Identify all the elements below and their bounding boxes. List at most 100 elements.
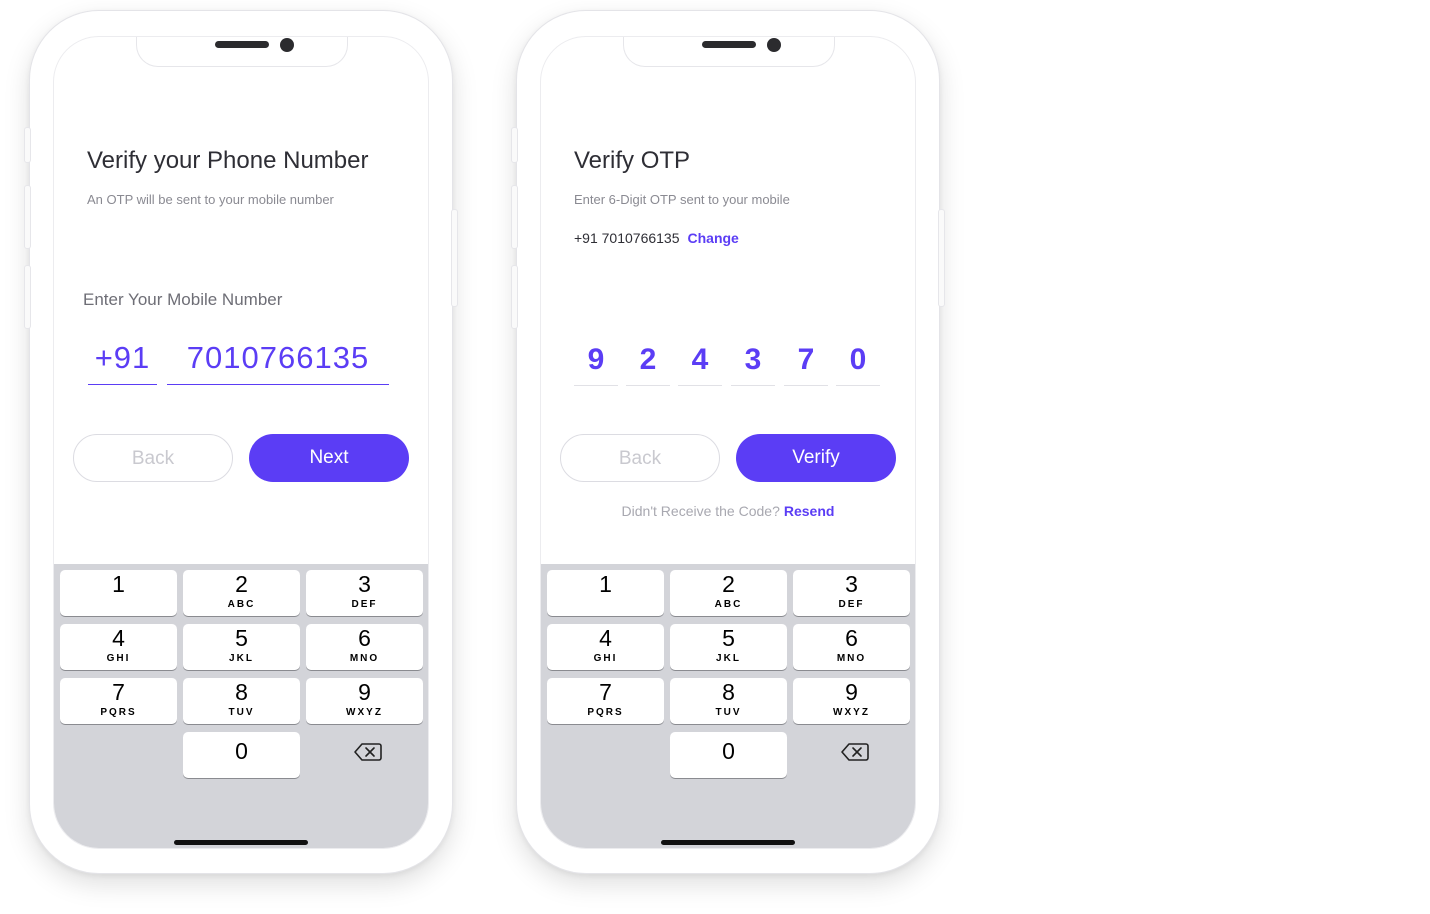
key-digit: 2 bbox=[235, 571, 248, 597]
home-indicator bbox=[661, 840, 795, 845]
screen-verify-number: Verify your Phone Number An OTP will be … bbox=[53, 36, 429, 849]
change-number-link[interactable]: Change bbox=[688, 230, 739, 246]
key-5[interactable]: 5 JKL bbox=[183, 624, 300, 670]
key-4[interactable]: 4 GHI bbox=[547, 624, 664, 670]
notch bbox=[623, 37, 835, 67]
resend-link[interactable]: Resend bbox=[784, 503, 835, 519]
key-9[interactable]: 9 WXYZ bbox=[793, 678, 910, 724]
key-6[interactable]: 6 MNO bbox=[306, 624, 423, 670]
backspace-icon[interactable] bbox=[840, 740, 870, 764]
key-5[interactable]: 5 JKL bbox=[670, 624, 787, 670]
key-digit: 5 bbox=[235, 625, 248, 651]
key-6[interactable]: 6 MNO bbox=[793, 624, 910, 670]
phone-frame-verify-otp: Verify OTP Enter 6-Digit OTP sent to you… bbox=[511, 10, 945, 874]
numeric-keypad: 1 2 ABC 3 DEF 4 GHI 5 JKL 6 MNO 7 PQRS 8… bbox=[54, 564, 428, 848]
mobile-number-input[interactable]: 7010766135 bbox=[167, 332, 389, 385]
otp-digit-6[interactable]: 0 bbox=[836, 335, 880, 386]
key-digit: 4 bbox=[112, 625, 125, 651]
key-letters: PQRS bbox=[587, 707, 624, 718]
backspace-icon[interactable] bbox=[353, 740, 383, 764]
key-letters: ABC bbox=[714, 599, 743, 610]
page-title: Verify your Phone Number bbox=[87, 147, 369, 174]
key-letters: GHI bbox=[593, 653, 618, 664]
otp-digit-2[interactable]: 2 bbox=[626, 335, 670, 386]
key-letters: MNO bbox=[349, 653, 380, 664]
speaker-grille bbox=[702, 41, 756, 48]
key-letters: ABC bbox=[227, 599, 256, 610]
otp-digit-3[interactable]: 4 bbox=[678, 335, 722, 386]
otp-digit-1[interactable]: 9 bbox=[574, 335, 618, 386]
volume-up-button bbox=[511, 185, 518, 249]
key-1[interactable]: 1 bbox=[60, 570, 177, 616]
key-digit: 1 bbox=[112, 571, 125, 597]
phone-number-text: +91 7010766135 bbox=[574, 230, 680, 246]
key-letters: TUV bbox=[715, 707, 742, 718]
page-title: Verify OTP bbox=[574, 147, 691, 174]
front-camera bbox=[767, 38, 781, 52]
key-7[interactable]: 7 PQRS bbox=[547, 678, 664, 724]
front-camera bbox=[280, 38, 294, 52]
key-digit: 0 bbox=[235, 738, 248, 764]
key-digit: 9 bbox=[845, 679, 858, 705]
key-letters: JKL bbox=[716, 653, 741, 664]
home-indicator bbox=[174, 840, 308, 845]
key-digit: 9 bbox=[358, 679, 371, 705]
key-letters: WXYZ bbox=[833, 707, 870, 718]
country-code-input[interactable]: +91 bbox=[88, 332, 157, 385]
power-button bbox=[451, 209, 458, 307]
speaker-grille bbox=[215, 41, 269, 48]
verify-button[interactable]: Verify bbox=[736, 434, 896, 482]
power-button bbox=[938, 209, 945, 307]
key-digit: 8 bbox=[235, 679, 248, 705]
key-digit: 3 bbox=[358, 571, 371, 597]
next-button[interactable]: Next bbox=[249, 434, 409, 482]
key-letters: TUV bbox=[228, 707, 255, 718]
mobile-number-label: Enter Your Mobile Number bbox=[83, 290, 283, 309]
phone-frame-verify-number: Verify your Phone Number An OTP will be … bbox=[24, 10, 458, 874]
page-subtitle: Enter 6-Digit OTP sent to your mobile bbox=[574, 192, 790, 207]
page-subtitle: An OTP will be sent to your mobile numbe… bbox=[87, 192, 334, 207]
screen-verify-otp: Verify OTP Enter 6-Digit OTP sent to you… bbox=[540, 36, 916, 849]
volume-down-button bbox=[511, 265, 518, 329]
key-digit: 4 bbox=[599, 625, 612, 651]
key-digit: 0 bbox=[722, 738, 735, 764]
volume-up-button bbox=[24, 185, 31, 249]
key-1[interactable]: 1 bbox=[547, 570, 664, 616]
key-4[interactable]: 4 GHI bbox=[60, 624, 177, 670]
key-9[interactable]: 9 WXYZ bbox=[306, 678, 423, 724]
key-digit: 8 bbox=[722, 679, 735, 705]
key-0[interactable]: 0 bbox=[183, 732, 300, 778]
key-letters: GHI bbox=[106, 653, 131, 664]
key-letters: PQRS bbox=[100, 707, 137, 718]
key-letters: MNO bbox=[836, 653, 867, 664]
volume-down-button bbox=[24, 265, 31, 329]
key-digit: 6 bbox=[845, 625, 858, 651]
otp-digit-5[interactable]: 7 bbox=[784, 335, 828, 386]
key-2[interactable]: 2 ABC bbox=[183, 570, 300, 616]
back-button[interactable]: Back bbox=[73, 434, 233, 482]
key-digit: 3 bbox=[845, 571, 858, 597]
key-8[interactable]: 8 TUV bbox=[183, 678, 300, 724]
key-3[interactable]: 3 DEF bbox=[306, 570, 423, 616]
key-0[interactable]: 0 bbox=[670, 732, 787, 778]
key-digit: 7 bbox=[599, 679, 612, 705]
key-digit: 5 bbox=[722, 625, 735, 651]
key-digit: 1 bbox=[599, 571, 612, 597]
key-digit: 2 bbox=[722, 571, 735, 597]
back-button[interactable]: Back bbox=[560, 434, 720, 482]
key-letters: WXYZ bbox=[346, 707, 383, 718]
phone-number-display: +91 7010766135 Change bbox=[574, 230, 739, 246]
key-digit: 7 bbox=[112, 679, 125, 705]
mute-switch bbox=[511, 127, 518, 163]
key-letters: DEF bbox=[351, 599, 378, 610]
key-letters: DEF bbox=[838, 599, 865, 610]
notch bbox=[136, 37, 348, 67]
resend-prompt-text: Didn't Receive the Code? bbox=[621, 503, 780, 519]
key-digit: 6 bbox=[358, 625, 371, 651]
key-8[interactable]: 8 TUV bbox=[670, 678, 787, 724]
key-7[interactable]: 7 PQRS bbox=[60, 678, 177, 724]
key-3[interactable]: 3 DEF bbox=[793, 570, 910, 616]
key-2[interactable]: 2 ABC bbox=[670, 570, 787, 616]
otp-digit-4[interactable]: 3 bbox=[731, 335, 775, 386]
resend-prompt: Didn't Receive the Code? Resend bbox=[541, 503, 915, 519]
